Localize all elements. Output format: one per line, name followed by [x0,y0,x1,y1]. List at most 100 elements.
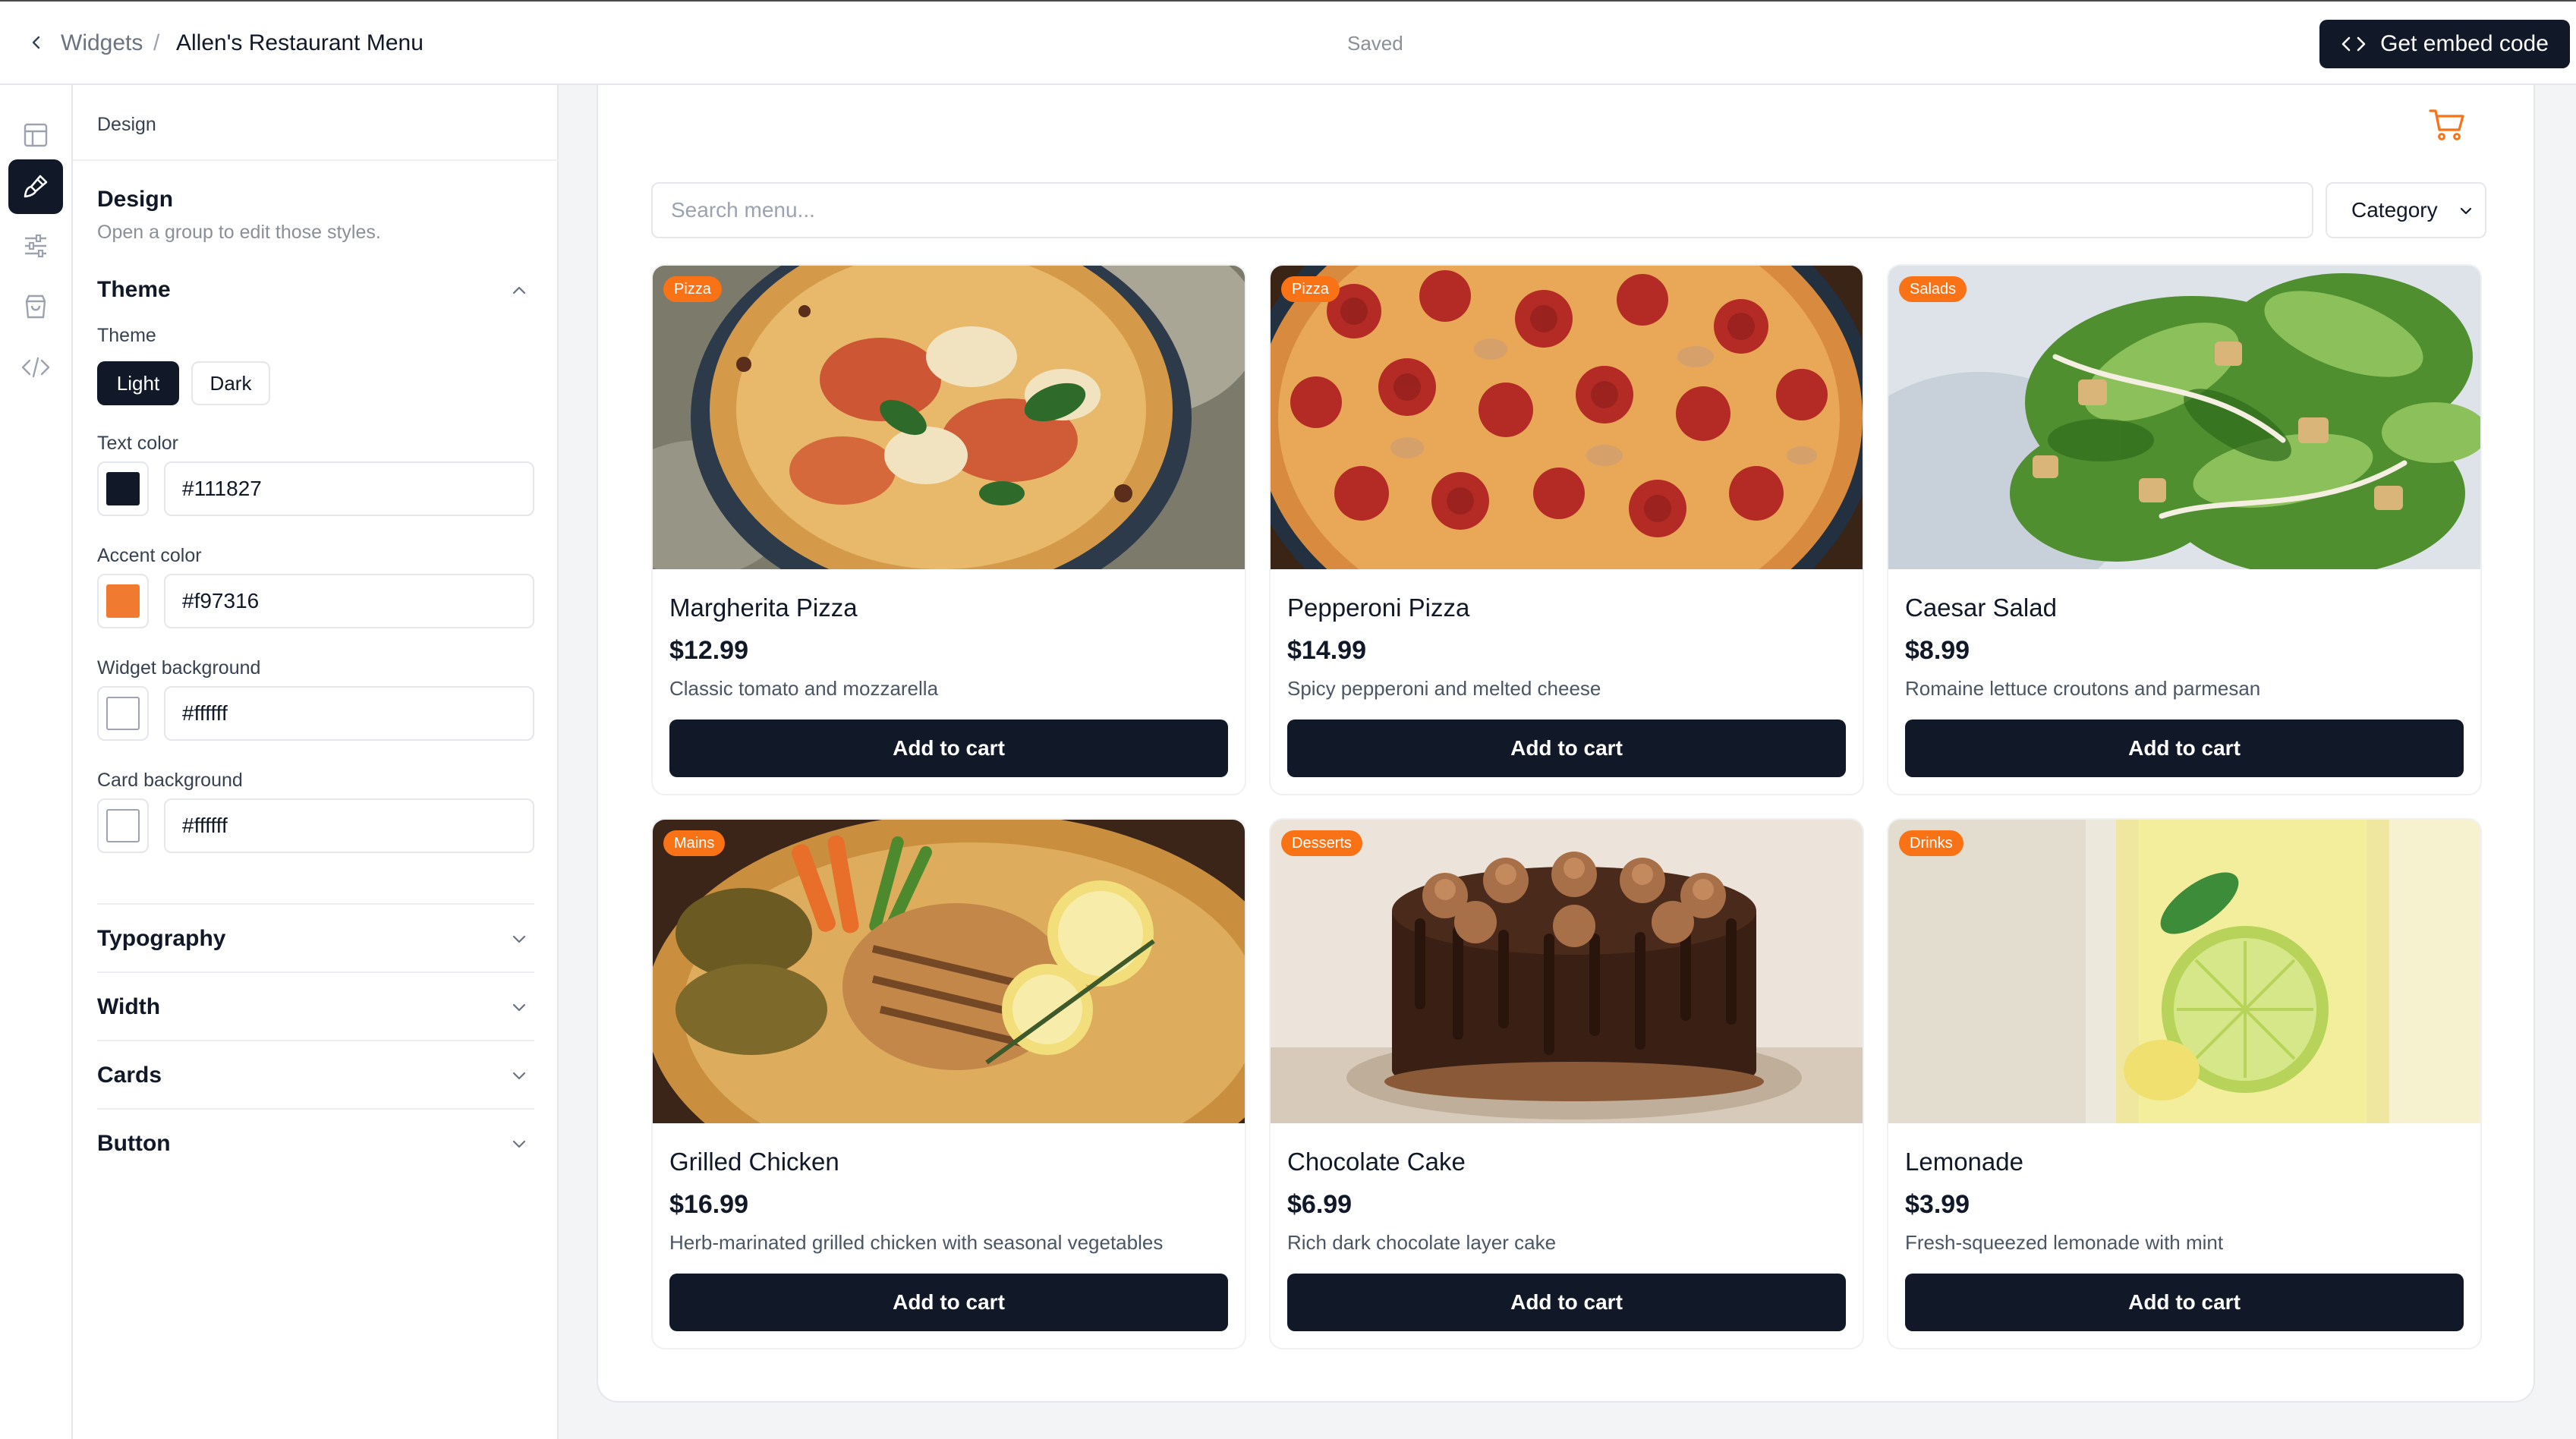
width-group-toggle[interactable] [509,997,530,1018]
add-to-cart-button[interactable]: Add to cart [1287,720,1846,777]
theme-label: Theme [97,325,156,346]
grilled-chicken-image: Mains [653,820,1245,1123]
chevron-down-icon [512,1072,526,1080]
page-title: Allen's Restaurant Menu [176,30,424,55]
code-icon [21,357,50,378]
menu-card: Pizza Pepperoni Pizza $14.99 Spicy peppe… [1269,264,1864,795]
shopping-bag-icon [25,294,46,319]
text-color-swatch[interactable] [97,461,149,516]
category-select-label: Category [2351,198,2438,222]
item-description: Rich dark chocolate layer cake [1287,1231,1557,1254]
add-to-cart-button[interactable]: Add to cart [1287,1274,1846,1331]
item-price: $8.99 [1905,636,1970,665]
menu-card: Drinks Lemonade $3.99 Fresh-squeezed lem… [1887,818,2482,1349]
lemonade-image: Drinks [1888,820,2480,1123]
typography-group-toggle[interactable] [509,928,530,949]
back-button[interactable] [23,29,50,56]
category-badge: Mains [663,830,726,856]
menu-card: Pizza Margherita Pizza $12.99 Classic to… [651,264,1246,795]
accent-color-swatch[interactable] [97,574,149,628]
chevron-down-icon [512,1140,526,1148]
rail-shop-button[interactable] [8,279,63,334]
code-icon [2341,36,2366,52]
button-group-title[interactable]: Button [97,1131,171,1157]
preview-canvas: Search menu... Category Pizza Margherita… [559,85,2576,1439]
embed-button-label: Get embed code [2380,31,2549,56]
panel-header-label: Design [97,114,156,135]
cards-group-toggle[interactable] [509,1065,530,1086]
category-badge: Pizza [1281,276,1340,302]
item-name: Chocolate Cake [1287,1148,1466,1176]
item-price: $14.99 [1287,636,1366,665]
menu-widget: Search menu... Category Pizza Margherita… [597,85,2535,1403]
item-description: Spicy pepperoni and melted cheese [1287,677,1601,700]
cards-group-title[interactable]: Cards [97,1063,162,1088]
widget-background-input[interactable]: #ffffff [164,686,534,741]
divider [97,903,534,905]
item-description: Romaine lettuce croutons and parmesan [1905,677,2261,700]
add-to-cart-button[interactable]: Add to cart [669,720,1228,777]
theme-group-toggle[interactable] [509,279,530,301]
get-embed-code-button[interactable]: Get embed code [2319,20,2570,68]
chevron-left-icon [32,36,40,49]
search-input[interactable]: Search menu... [651,182,2313,238]
category-badge: Drinks [1899,830,1963,856]
category-badge: Desserts [1281,830,1362,856]
add-to-cart-button[interactable]: Add to cart [1905,1274,2464,1331]
accent-color-input[interactable]: #f97316 [164,574,534,628]
chevron-down-icon [2460,207,2472,215]
category-select[interactable]: Category [2326,182,2486,238]
theme-light-option[interactable]: Light [97,361,179,405]
design-panel: Design Design Open a group to edit those… [73,85,559,1439]
category-badge: Pizza [663,276,722,302]
item-description: Classic tomato and mozzarella [669,677,939,700]
theme-group-title[interactable]: Theme [97,277,171,303]
card-background-swatch[interactable] [97,798,149,853]
item-description: Fresh-squeezed lemonade with mint [1905,1231,2224,1254]
accent-color-label: Accent color [97,545,202,566]
text-color-label: Text color [97,433,178,454]
chevron-down-icon [512,1003,526,1012]
panel-header: Design [73,85,559,161]
chevron-up-icon [512,286,526,294]
rail-design-button[interactable] [8,159,63,214]
add-to-cart-button[interactable]: Add to cart [669,1274,1228,1331]
widget-background-swatch[interactable] [97,686,149,741]
layout-icon [24,123,48,147]
add-to-cart-button[interactable]: Add to cart [1905,720,2464,777]
item-name: Grilled Chicken [669,1148,839,1176]
card-background-input[interactable]: #ffffff [164,798,534,853]
item-price: $3.99 [1905,1190,1970,1219]
theme-dark-option[interactable]: Dark [191,361,270,405]
button-group-toggle[interactable] [509,1133,530,1154]
card-background-label: Card background [97,770,243,791]
breadcrumb-separator: / [153,30,160,55]
item-description: Herb-marinated grilled chicken with seas… [669,1231,1164,1254]
typography-group-title[interactable]: Typography [97,926,225,952]
caesar-salad-image: Salads [1888,266,2480,569]
item-price: $6.99 [1287,1190,1353,1219]
shopping-cart-icon [2429,109,2464,140]
paintbrush-icon [24,175,48,198]
item-name: Lemonade [1905,1148,2023,1176]
text-color-input[interactable]: #111827 [164,461,534,516]
rail-code-button[interactable] [8,340,63,395]
width-group-title[interactable]: Width [97,994,160,1020]
menu-card: Mains Grilled Chicken $16.99 Herb-marina… [651,818,1246,1349]
rail-settings-button[interactable] [8,219,63,273]
sliders-icon [25,234,46,258]
rail-layout-button[interactable] [8,108,63,162]
chocolate-cake-image: Desserts [1271,820,1863,1123]
item-name: Pepperoni Pizza [1287,594,1470,622]
breadcrumb-widgets-link[interactable]: Widgets [61,30,143,56]
divider [97,971,534,973]
divider [97,1108,534,1110]
item-name: Margherita Pizza [669,594,858,622]
save-status: Saved [1347,32,1403,55]
section-title: Design [97,187,174,212]
widget-background-label: Widget background [97,657,261,679]
menu-card: Salads Caesar Salad $8.99 Romaine lettuc… [1887,264,2482,795]
icon-rail [0,85,73,1439]
item-price: $16.99 [669,1190,748,1219]
cart-button[interactable] [2423,100,2471,149]
